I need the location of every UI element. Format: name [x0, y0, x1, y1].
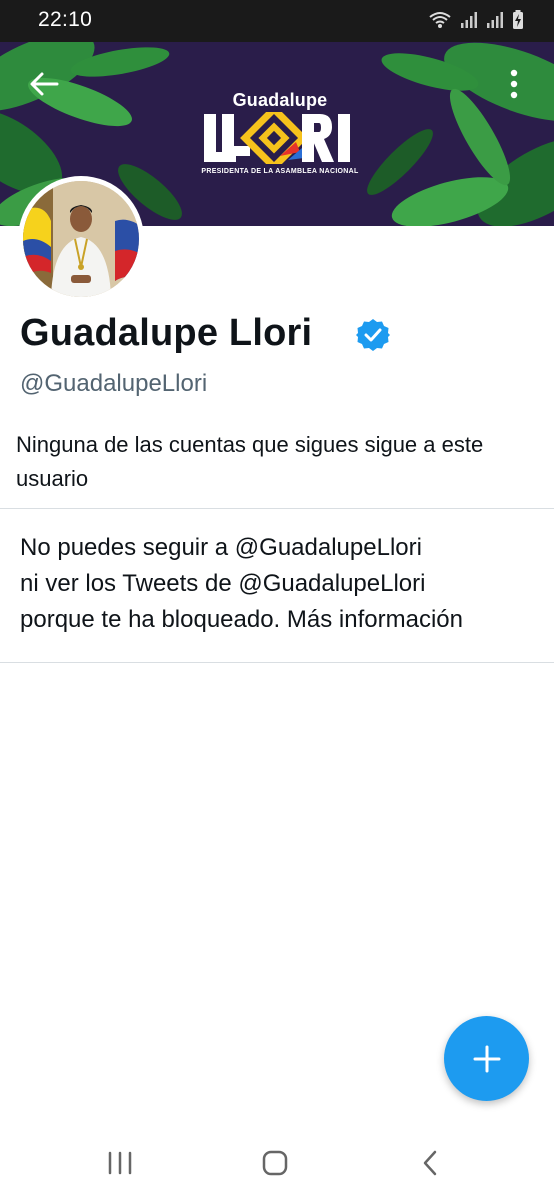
compose-tweet-button[interactable] [444, 1016, 529, 1101]
system-back-button[interactable] [410, 1148, 450, 1178]
home-icon [262, 1150, 288, 1176]
avatar-photo [23, 181, 139, 297]
status-icons [428, 10, 524, 30]
signal-icon [460, 11, 478, 29]
recent-apps-icon [108, 1151, 132, 1175]
back-icon [423, 1150, 437, 1176]
home-button[interactable] [255, 1148, 295, 1178]
blocked-line-3: porque te ha bloqueado. Más información [20, 602, 540, 638]
avatar-image [23, 181, 139, 297]
divider [0, 508, 554, 509]
logo-top-text: Guadalupe [232, 90, 328, 110]
blocked-line-3-text: porque te ha bloqueado. [20, 606, 281, 633]
status-time: 22:10 [38, 8, 93, 31]
avatar[interactable] [18, 176, 144, 302]
follow-note: Ninguna de las cuentas que sigues sigue … [16, 432, 484, 491]
more-vertical-icon [510, 69, 518, 99]
more-info-link[interactable]: Más información [287, 606, 463, 633]
signal-icon [486, 11, 504, 29]
recent-apps-button[interactable] [100, 1148, 140, 1178]
battery-charging-icon [512, 10, 524, 30]
display-name: Guadalupe Llori [20, 312, 313, 354]
status-bar: 22:10 [0, 0, 554, 42]
logo-main-wordmark [204, 112, 350, 164]
system-nav-bar [0, 1124, 554, 1200]
back-button[interactable] [24, 64, 64, 104]
plus-icon [473, 1045, 500, 1072]
verified-badge-icon [356, 319, 390, 351]
blocked-line-2: ni ver los Tweets de @GuadalupeLlori [20, 570, 426, 597]
blocked-line-1: No puedes seguir a @GuadalupeLlori [20, 534, 422, 561]
arrow-left-icon [30, 72, 59, 96]
banner-logo: Guadalupe PRESIDENTA DE LA ASAMBLEA NACI… [200, 90, 360, 226]
divider [0, 662, 554, 663]
logo-subtitle: PRESIDENTA DE LA ASAMBLEA NACIONAL [201, 168, 359, 175]
more-options-button[interactable] [498, 64, 530, 104]
handle: @GuadalupeLlori [20, 370, 208, 397]
wifi-icon [428, 11, 452, 29]
blocked-message: No puedes seguir a @GuadalupeLlori ni ve… [20, 530, 540, 638]
